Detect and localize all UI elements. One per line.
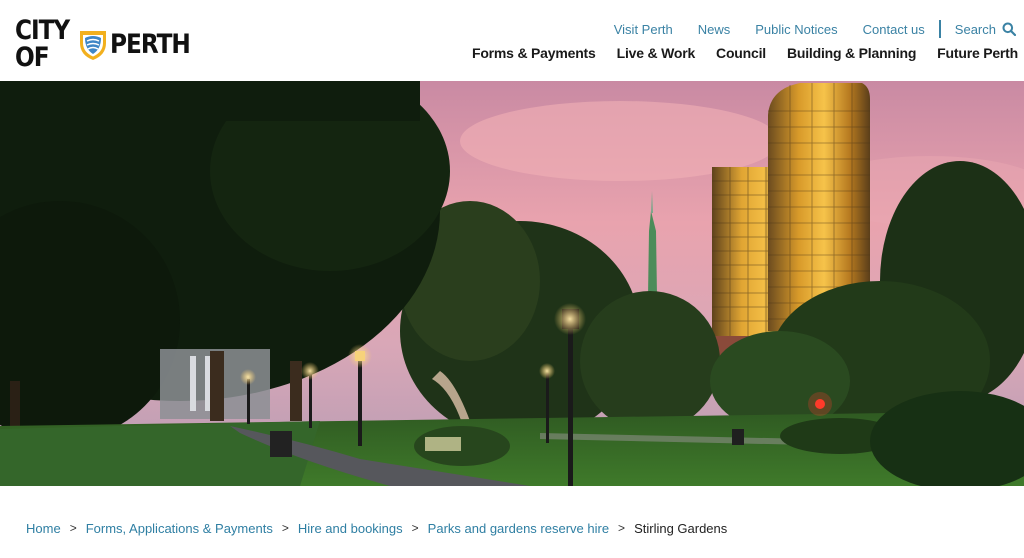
main-nav-council[interactable]: Council — [716, 45, 766, 61]
utility-link-public-notices[interactable]: Public Notices — [755, 22, 837, 37]
city-of-perth-logo[interactable]: CITY OF PERTH — [15, 17, 205, 71]
main-nav: Forms & Payments Live & Work Council Bui… — [451, 43, 1018, 63]
hero-image — [0, 81, 1024, 486]
search-button[interactable]: Search — [955, 22, 1016, 37]
breadcrumb-current-page: Stirling Gardens — [634, 520, 728, 536]
breadcrumb-forms-applications-payments[interactable]: Forms, Applications & Payments — [86, 521, 273, 536]
breadcrumb-separator: > — [618, 521, 626, 535]
utility-link-contact-us[interactable]: Contact us — [863, 22, 925, 37]
main-nav-building-planning[interactable]: Building & Planning — [787, 45, 916, 61]
main-nav-forms-payments[interactable]: Forms & Payments — [472, 45, 596, 61]
utility-link-news[interactable]: News — [698, 22, 731, 37]
main-nav-live-work[interactable]: Live & Work — [617, 45, 696, 61]
breadcrumb: Home > Forms, Applications & Payments > … — [26, 519, 727, 537]
hero-illustration — [0, 81, 1024, 486]
breadcrumb-separator: > — [411, 521, 419, 535]
breadcrumb-parks-gardens-reserve-hire[interactable]: Parks and gardens reserve hire — [428, 521, 609, 536]
breadcrumb-separator: > — [69, 521, 77, 535]
search-label: Search — [954, 21, 996, 37]
breadcrumb-hire-and-bookings[interactable]: Hire and bookings — [298, 521, 403, 536]
utility-divider — [938, 20, 941, 38]
utility-nav: Visit Perth News Public Notices Contact … — [614, 20, 1024, 38]
logo-left-wrap: CITY OF — [15, 17, 85, 71]
utility-link-visit-perth[interactable]: Visit Perth — [614, 22, 673, 37]
logo-text-right: PERTH — [110, 28, 191, 60]
logo-text-left: CITY OF — [15, 15, 70, 73]
perth-swan-emblem-icon — [80, 31, 106, 60]
breadcrumb-separator: > — [281, 521, 289, 535]
site-header: CITY OF PERTH Visit Perth News Public No… — [0, 0, 1024, 81]
breadcrumb-home[interactable]: Home — [26, 521, 61, 536]
search-icon — [1002, 22, 1016, 36]
logo-right-wrap: PERTH — [110, 31, 205, 58]
main-nav-future-perth[interactable]: Future Perth — [937, 45, 1018, 61]
